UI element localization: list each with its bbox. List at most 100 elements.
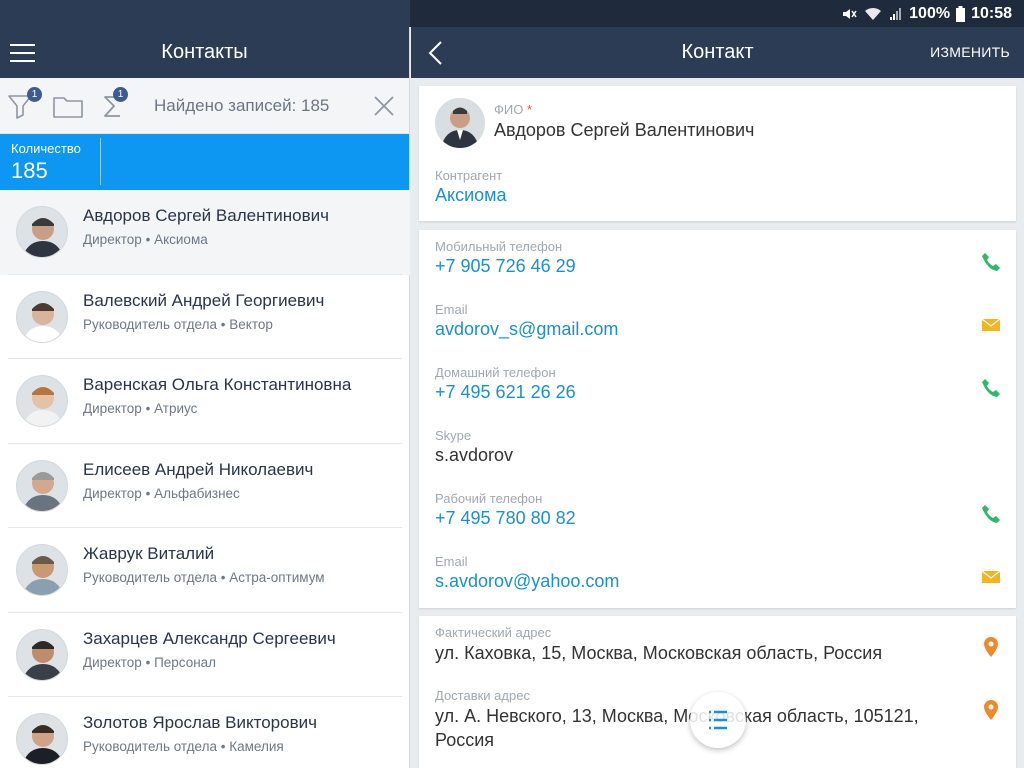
signal-icon <box>890 7 902 20</box>
clock: 10:58 <box>971 4 1012 22</box>
contact-role: Директор <box>83 232 142 247</box>
call-home-button[interactable] <box>980 377 1002 399</box>
map-pin-icon <box>984 700 998 720</box>
person-photo-icon <box>17 291 67 342</box>
phone-icon <box>982 253 1000 271</box>
contact-role: Директор <box>83 654 142 670</box>
avatar <box>16 375 68 427</box>
contact-list-item[interactable]: Валевский Андрей Георгиевич Руководитель … <box>0 275 410 359</box>
contact-list-item[interactable]: Жаврук Виталий Руководитель отдела • Астр… <box>0 528 410 613</box>
close-icon <box>374 96 394 116</box>
contact-list-item[interactable]: Елисеев Андрей Николаевич Директор • Альф… <box>0 444 410 528</box>
email1-label: Email <box>435 302 468 317</box>
contact-company: Альфабизнес <box>154 485 240 501</box>
email1-value[interactable]: avdorov_s@gmail.com <box>435 319 618 340</box>
actual-address-map-button[interactable] <box>980 636 1002 658</box>
contact-subtitle: Директор • Аксиома <box>83 232 208 247</box>
contact-list: Авдоров Сергей Валентинович Директор • Ак… <box>0 190 410 768</box>
separator-dot: • <box>220 739 226 754</box>
left-status-area <box>0 0 410 27</box>
separator-dot: • <box>145 485 151 501</box>
filter-button[interactable]: 1 <box>6 87 42 122</box>
contact-role: Руководитель отдела <box>83 570 217 585</box>
person-photo-icon <box>17 714 67 764</box>
contacts-header: Контакты <box>0 27 409 78</box>
mobile-label: Мобильный телефон <box>435 239 563 254</box>
separator-dot: • <box>145 654 151 670</box>
contact-name: Валевский Андрей Георгиевич <box>83 290 325 310</box>
filter-badge: 1 <box>27 87 42 102</box>
avatar <box>16 713 68 765</box>
contact-name: Авдоров Сергей Валентинович <box>83 206 329 225</box>
summary-divider <box>100 138 101 185</box>
contact-name: Захарцев Александр Сергеевич <box>83 628 336 648</box>
person-photo-icon <box>17 629 67 680</box>
contact-list-item[interactable]: Захарцев Александр Сергеевич Директор • П… <box>0 613 410 697</box>
avatar <box>16 544 68 596</box>
wifi-icon <box>865 7 882 20</box>
sum-badge: 1 <box>113 87 128 102</box>
call-work-button[interactable] <box>980 503 1002 525</box>
work-phone-value[interactable]: +7 495 780 80 82 <box>435 508 576 529</box>
contacts-title: Контакты <box>161 41 248 63</box>
mobile-value[interactable]: +7 905 726 46 29 <box>435 256 576 277</box>
count-label: Количество <box>11 141 81 156</box>
contact-detail-pane: Контакт ИЗМЕНИТЬ ФИО * Авдоров Сергей Ва… <box>411 27 1024 768</box>
avatar <box>16 628 68 681</box>
delivery-address-map-button[interactable] <box>980 699 1002 721</box>
contact-role: Директор <box>83 401 142 416</box>
counterparty-label: Контрагент <box>435 168 503 183</box>
battery-percent: 100% <box>909 4 951 22</box>
contact-company: Вектор <box>229 316 273 332</box>
required-mark: * <box>526 102 533 117</box>
contact-header: Контакт ИЗМЕНИТЬ <box>411 27 1024 78</box>
separator-dot: • <box>220 570 226 585</box>
actual-address-label: Фактический адрес <box>435 625 552 640</box>
counterparty-link[interactable]: Аксиома <box>435 185 507 206</box>
email2-value[interactable]: s.avdorov@yahoo.com <box>435 571 619 592</box>
person-photo-icon <box>17 207 67 257</box>
sum-button[interactable]: 1 <box>98 87 130 122</box>
avatar <box>16 290 68 343</box>
menu-icon[interactable] <box>10 44 35 62</box>
main-info-card: ФИО * Авдоров Сергей Валентинович Контра… <box>419 86 1016 221</box>
delivery-address-line1: ул. А. Невского, 13, Москва, Московская … <box>435 706 919 726</box>
map-pin-icon <box>984 637 998 657</box>
send-email2-button[interactable] <box>980 566 1002 588</box>
contact-subtitle: Руководитель отдела • Вектор <box>83 317 273 332</box>
fio-label: ФИО * <box>494 102 533 117</box>
call-mobile-button[interactable] <box>980 251 1002 273</box>
home-phone-value[interactable]: +7 495 621 26 26 <box>435 382 576 403</box>
mail-icon <box>981 570 1001 583</box>
email2-label: Email <box>435 554 468 569</box>
found-count-text: Найдено записей: 185 <box>154 96 330 115</box>
skype-value: s.avdorov <box>435 445 514 465</box>
contact-subtitle: Директор • Альфабизнес <box>83 486 240 501</box>
contact-list-item[interactable]: Варенская Ольга Константиновна Директор •… <box>0 359 410 444</box>
edit-button[interactable]: ИЗМЕНИТЬ <box>930 44 1010 60</box>
contact-list-item[interactable]: Авдоров Сергей Валентинович Директор • Ак… <box>0 190 410 275</box>
actions-fab[interactable] <box>690 692 746 748</box>
contact-subtitle: Руководитель отдела • Камелия <box>83 739 284 754</box>
contact-list-item[interactable]: Золотов Ярослав Викторович Руководитель о… <box>0 697 410 768</box>
separator-dot: • <box>145 232 151 247</box>
battery-icon <box>956 5 966 22</box>
contact-name: Золотов Ярослав Викторович <box>83 713 317 732</box>
work-phone-label: Рабочий телефон <box>435 491 543 506</box>
separator-dot: • <box>145 401 151 416</box>
contact-avatar[interactable] <box>435 98 485 148</box>
contact-name: Елисеев Андрей Николаевич <box>83 459 314 479</box>
contact-company: Аксиома <box>154 232 208 247</box>
delivery-address-label: Доставки адрес <box>435 688 530 703</box>
send-email1-button[interactable] <box>980 314 1002 336</box>
count-value: 185 <box>11 158 48 183</box>
contact-subtitle: Директор • Атриус <box>83 401 197 416</box>
status-bar: 100% 10:58 <box>410 0 1024 27</box>
contact-role: Директор <box>83 485 142 501</box>
phone-icon <box>982 379 1000 397</box>
clear-filter-button[interactable] <box>372 94 396 118</box>
folder-button[interactable] <box>52 90 84 122</box>
contact-company: Астра-оптимум <box>229 570 325 585</box>
fio-value: Авдоров Сергей Валентинович <box>494 120 755 140</box>
person-photo-icon <box>17 545 67 595</box>
